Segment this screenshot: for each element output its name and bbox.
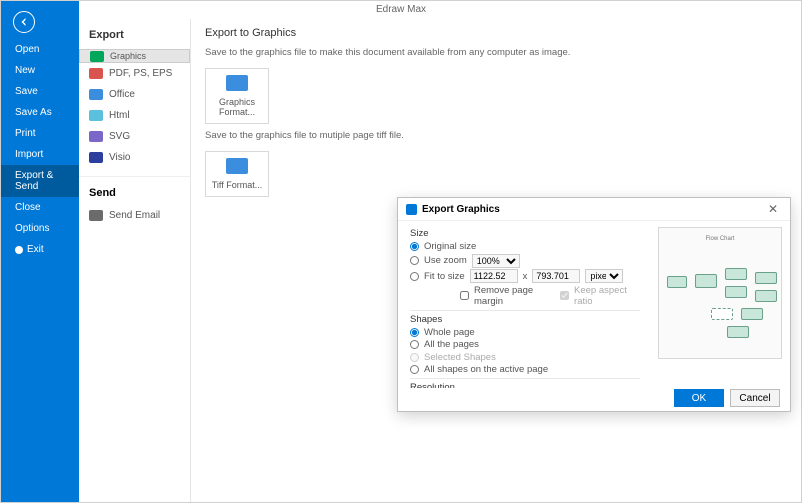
label-keep-aspect: Keep aspect ratio xyxy=(574,285,640,307)
category-label: Office xyxy=(109,89,135,100)
dialog-options: Size Original size Use zoom 100% Fit to … xyxy=(398,221,650,388)
fit-width-input[interactable] xyxy=(470,269,518,283)
radio-selected-shapes xyxy=(410,353,419,362)
label-remove-margin: Remove page margin xyxy=(474,285,555,307)
fit-unit-select[interactable]: pixel xyxy=(585,269,623,283)
keep-aspect-checkbox xyxy=(560,291,569,300)
category-office[interactable]: Office xyxy=(79,84,190,105)
visio-icon xyxy=(89,152,103,163)
radio-original-size[interactable] xyxy=(410,242,419,251)
graphics-format-icon xyxy=(226,75,248,91)
nav-options[interactable]: Options xyxy=(1,218,79,239)
zoom-select[interactable]: 100% xyxy=(472,254,520,268)
category-visio[interactable]: Visio xyxy=(79,147,190,168)
category-html[interactable]: Html xyxy=(79,105,190,126)
ok-button[interactable]: OK xyxy=(674,389,724,407)
category-label: SVG xyxy=(109,131,130,142)
category-label: Graphics xyxy=(110,51,146,61)
dialog-icon xyxy=(406,204,417,215)
radio-fit-size[interactable] xyxy=(410,272,419,281)
export-graphics-dialog: Export Graphics ✕ Size Original size Use… xyxy=(397,197,791,412)
fit-height-input[interactable] xyxy=(532,269,580,283)
nav-export-send[interactable]: Export & Send xyxy=(1,165,79,197)
category-label: Visio xyxy=(109,152,131,163)
category-graphics[interactable]: Graphics xyxy=(79,49,190,63)
tiff-format-icon xyxy=(226,158,248,174)
radio-use-zoom[interactable] xyxy=(410,256,419,265)
nav-import[interactable]: Import xyxy=(1,144,79,165)
label-use-zoom: Use zoom xyxy=(424,255,467,266)
label-fit: Fit to size xyxy=(424,271,465,282)
dialog-preview: Flow Chart xyxy=(650,221,790,388)
remove-margin-checkbox[interactable] xyxy=(460,291,469,300)
dialog-titlebar: Export Graphics ✕ xyxy=(398,198,790,221)
backstage-sidebar: Open New Save Save As Print Import Expor… xyxy=(1,1,79,502)
category-label: Send Email xyxy=(109,210,160,221)
label-original: Original size xyxy=(424,241,476,252)
mail-icon xyxy=(89,210,103,221)
nav-open[interactable]: Open xyxy=(1,39,79,60)
preview-title: Flow Chart xyxy=(659,236,781,242)
exit-icon xyxy=(15,246,23,254)
export-heading: Export xyxy=(79,27,190,49)
nav-exit-label: Exit xyxy=(27,244,44,255)
radio-all-pages[interactable] xyxy=(410,340,419,349)
window-title: Edraw Max xyxy=(1,1,801,19)
nav-close[interactable]: Close xyxy=(1,197,79,218)
label-selected: Selected Shapes xyxy=(424,352,496,363)
nav-print[interactable]: Print xyxy=(1,123,79,144)
category-svg[interactable]: SVG xyxy=(79,126,190,147)
preview-box: Flow Chart xyxy=(658,227,782,359)
office-icon xyxy=(89,89,103,100)
tiff-desc: Save to the graphics file to mutiple pag… xyxy=(205,130,787,141)
send-heading: Send xyxy=(79,176,190,205)
category-label: Html xyxy=(109,110,130,121)
card-label: Tiff Format... xyxy=(212,180,263,190)
size-heading: Size xyxy=(410,228,640,239)
pdf-icon xyxy=(89,68,103,79)
html-icon xyxy=(89,110,103,121)
nav-new[interactable]: New xyxy=(1,60,79,81)
label-whole: Whole page xyxy=(424,327,475,338)
cancel-button[interactable]: Cancel xyxy=(730,389,780,407)
tiff-format-card[interactable]: Tiff Format... xyxy=(205,151,269,197)
nav-save[interactable]: Save xyxy=(1,81,79,102)
graphics-icon xyxy=(90,51,104,62)
label-active: All shapes on the active page xyxy=(424,364,548,375)
arrow-left-icon xyxy=(18,16,30,28)
dialog-title: Export Graphics xyxy=(422,204,759,215)
category-label: PDF, PS, EPS xyxy=(109,68,172,79)
svg-icon xyxy=(89,131,103,142)
card-label: Graphics Format... xyxy=(219,97,255,117)
dialog-close-button[interactable]: ✕ xyxy=(764,202,782,216)
category-pdf[interactable]: PDF, PS, EPS xyxy=(79,63,190,84)
export-category-panel: Export Graphics PDF, PS, EPS Office Html… xyxy=(79,19,191,502)
radio-whole-page[interactable] xyxy=(410,328,419,337)
x-label: x xyxy=(523,271,528,282)
panel-title: Export to Graphics xyxy=(205,27,787,39)
dialog-footer: OK Cancel xyxy=(398,385,790,411)
nav-exit[interactable]: Exit xyxy=(1,239,79,260)
send-email[interactable]: Send Email xyxy=(79,205,190,226)
graphics-desc: Save to the graphics file to make this d… xyxy=(205,47,787,58)
nav-save-as[interactable]: Save As xyxy=(1,102,79,123)
graphics-format-card[interactable]: Graphics Format... xyxy=(205,68,269,124)
shapes-heading: Shapes xyxy=(410,314,640,325)
back-button[interactable] xyxy=(13,11,35,33)
label-all: All the pages xyxy=(424,339,479,350)
radio-active-page[interactable] xyxy=(410,365,419,374)
